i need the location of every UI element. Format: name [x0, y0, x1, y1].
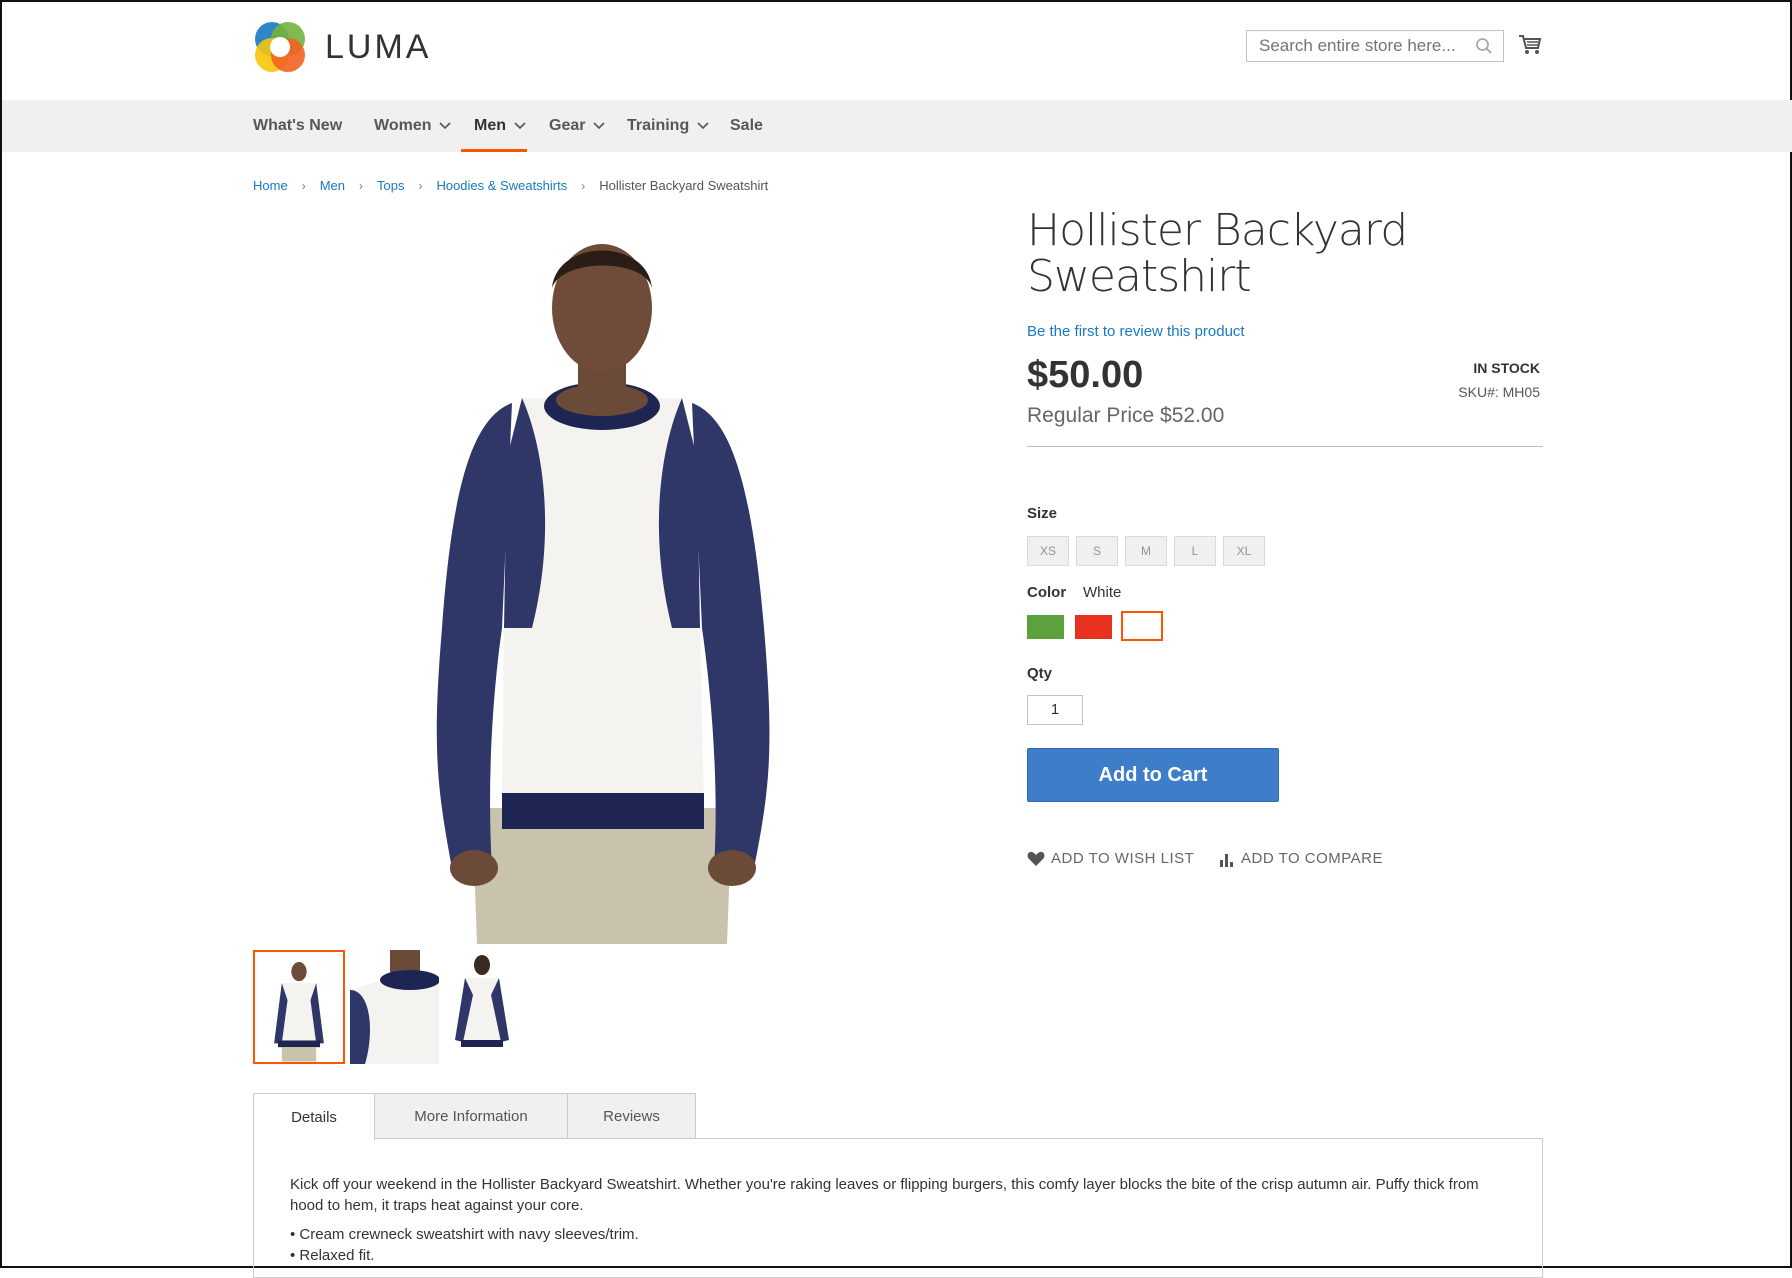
nav-item-gear[interactable]: Gear [549, 100, 606, 152]
product-title: Hollister Backyard Sweatshirt [1027, 205, 1408, 302]
compare-label: ADD TO COMPARE [1241, 850, 1384, 867]
product-features: • Cream crewneck sweatshirt with navy sl… [290, 1224, 639, 1266]
tab-details[interactable]: Details [253, 1093, 375, 1140]
size-swatch-s[interactable]: S [1076, 536, 1118, 566]
search-box[interactable] [1246, 30, 1504, 62]
add-review-link[interactable]: Be the first to review this product [1027, 323, 1245, 340]
size-swatch-xs[interactable]: XS [1027, 536, 1069, 566]
nav-label: Training [627, 117, 690, 134]
chevron-down-icon [593, 122, 606, 130]
add-to-cart-button[interactable]: Add to Cart [1027, 748, 1279, 802]
size-swatch-xl[interactable]: XL [1223, 536, 1265, 566]
minicart[interactable] [1518, 34, 1542, 61]
divider [1027, 446, 1543, 447]
qty-input[interactable]: 1 [1027, 695, 1083, 725]
breadcrumb-tops[interactable]: Tops [377, 178, 404, 193]
breadcrumb-men[interactable]: Men [320, 178, 345, 193]
product-main-image[interactable] [382, 228, 822, 944]
nav-item-whats-new[interactable]: What's New [253, 100, 342, 152]
nav-item-men[interactable]: Men [474, 100, 526, 152]
breadcrumb-hoodies[interactable]: Hoodies & Sweatshirts [436, 178, 567, 193]
size-swatch-l[interactable]: L [1174, 536, 1216, 566]
regular-price: Regular Price $52.00 [1027, 404, 1225, 427]
main-navigation: What's New Women Men Gear Training Sale [2, 100, 1792, 152]
color-swatch-red[interactable] [1075, 615, 1112, 639]
stock-status: IN STOCK [1473, 360, 1540, 376]
nav-label: Women [374, 117, 432, 134]
search-icon[interactable] [1475, 37, 1493, 55]
color-swatch-white[interactable] [1121, 611, 1163, 641]
logo-text: LUMA [325, 27, 432, 66]
final-price: $50.00 [1027, 354, 1144, 396]
wishlist-label: ADD TO WISH LIST [1051, 850, 1195, 867]
nav-active-indicator [461, 149, 527, 152]
compare-icon [1220, 853, 1233, 867]
product-description: Kick off your weekend in the Hollister B… [290, 1176, 1479, 1214]
nav-item-training[interactable]: Training [627, 100, 709, 152]
breadcrumb-current: Hollister Backyard Sweatshirt [599, 178, 769, 193]
nav-item-sale[interactable]: Sale [730, 100, 763, 152]
breadcrumb-home[interactable]: Home [253, 178, 288, 193]
chevron-right-icon: › [418, 178, 423, 193]
search-input[interactable] [1257, 35, 1471, 57]
color-selected-value: White [1083, 584, 1122, 601]
add-to-wishlist-link[interactable]: ADD TO WISH LIST [1027, 850, 1194, 867]
feature-item: • Relaxed fit. [290, 1247, 375, 1264]
nav-label: Sale [730, 117, 763, 134]
store-logo[interactable]: LUMA [253, 20, 431, 74]
chevron-right-icon: › [581, 178, 586, 193]
heart-icon [1027, 851, 1045, 866]
tab-more-information[interactable]: More Information [374, 1093, 568, 1139]
qty-label: Qty [1027, 665, 1053, 682]
chevron-down-icon [697, 122, 709, 130]
nav-item-women[interactable]: Women [374, 100, 452, 152]
thumbnail-front[interactable] [253, 950, 345, 1064]
product-sku: SKU#: MH05 [1458, 384, 1540, 400]
nav-label: Gear [549, 117, 586, 134]
color-swatch-green[interactable] [1027, 615, 1064, 639]
thumbnail-back[interactable] [447, 950, 517, 1064]
add-to-compare-link[interactable]: ADD TO COMPARE [1219, 850, 1383, 867]
size-swatch-m[interactable]: M [1125, 536, 1167, 566]
feature-item: • Cream crewneck sweatshirt with navy sl… [290, 1226, 639, 1243]
tab-reviews[interactable]: Reviews [567, 1093, 696, 1139]
color-label: Color [1027, 584, 1067, 601]
chevron-down-icon [514, 122, 526, 130]
thumbnail-closeup[interactable] [350, 950, 439, 1064]
chevron-down-icon [439, 122, 452, 130]
nav-label: What's New [253, 117, 343, 134]
luma-logo-icon [255, 22, 305, 72]
size-label: Size [1027, 505, 1058, 522]
cart-icon [1519, 35, 1542, 54]
chevron-right-icon: › [358, 178, 363, 193]
breadcrumb: Home › Men › Tops › Hoodies & Sweatshirt… [253, 178, 768, 193]
chevron-right-icon: › [301, 178, 306, 193]
nav-label: Men [474, 117, 506, 134]
